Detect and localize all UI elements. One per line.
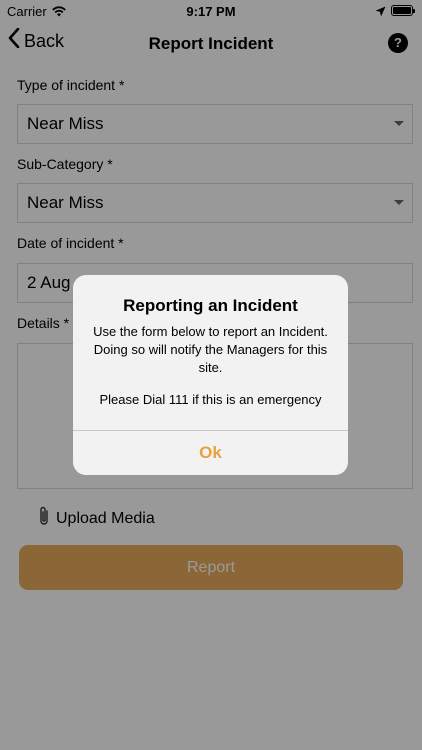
- alert-dialog: Reporting an Incident Use the form below…: [73, 275, 348, 475]
- alert-title: Reporting an Incident: [123, 296, 298, 315]
- report-incident-screen: Carrier 9:17 PM Back Report Incident ? T…: [0, 0, 422, 750]
- alert-message: Use the form below to report an Incident…: [93, 324, 328, 375]
- alert-emergency-note: Please Dial 111 if this is an emergency: [99, 392, 322, 407]
- ok-button[interactable]: Ok: [73, 431, 348, 475]
